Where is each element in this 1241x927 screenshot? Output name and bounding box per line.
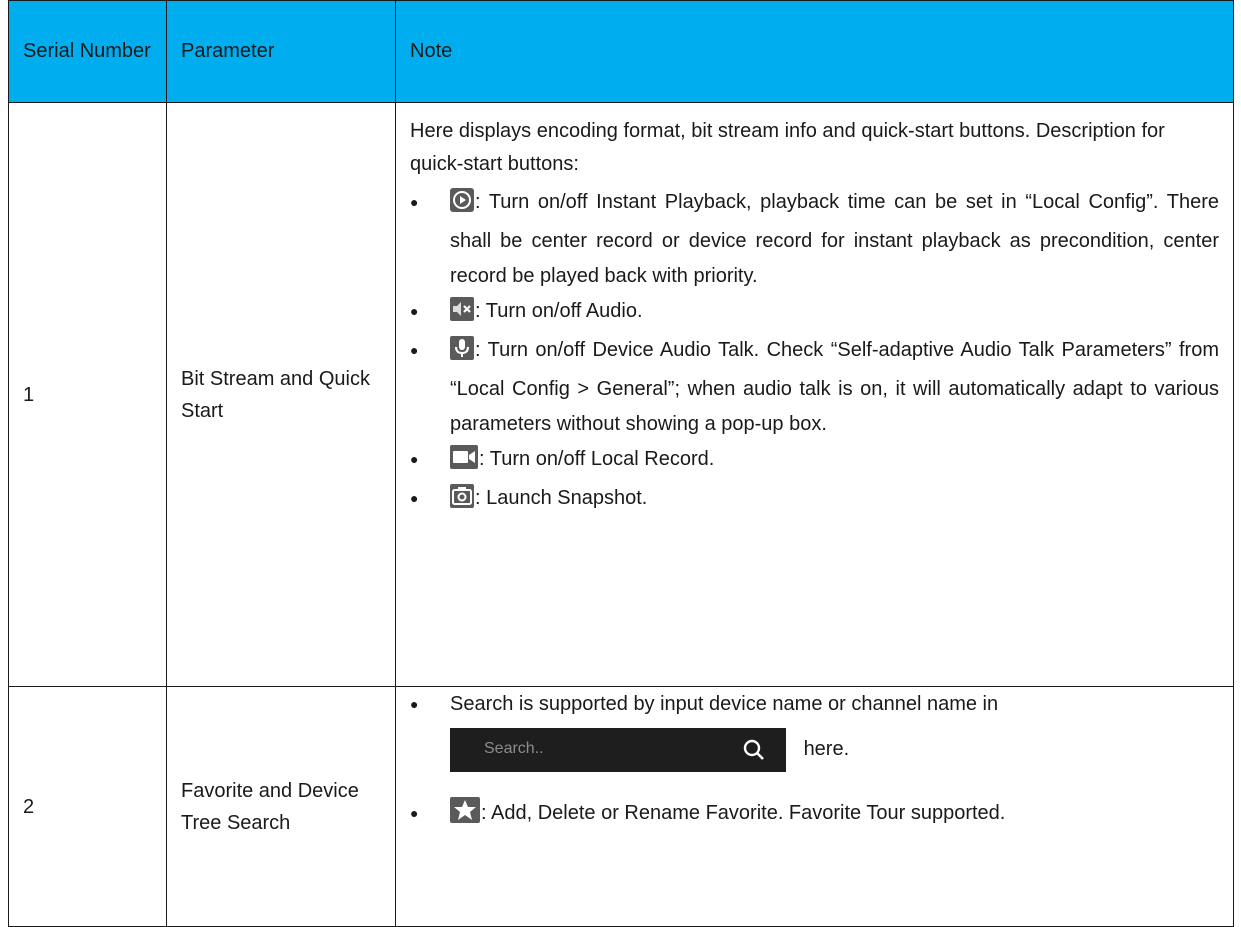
list-item-text: : Turn on/off Device Audio Talk. Check “…	[450, 339, 1219, 435]
list-item-text: : Turn on/off Local Record.	[479, 448, 715, 470]
record-camera-icon	[450, 445, 478, 481]
list-item: ● : Turn on/off Audio.	[410, 294, 1219, 333]
list-item: ● : Launch Snapshot.	[410, 481, 1219, 520]
parameter-cell: Favorite and Device Tree Search	[166, 686, 396, 927]
list-item: ● Search is supported by input device na…	[410, 687, 1219, 778]
list-item-text: : Add, Delete or Rename Favorite. Favori…	[481, 802, 1006, 824]
playback-icon	[450, 188, 474, 224]
list-item-text: : Launch Snapshot.	[475, 487, 648, 509]
list-item: ● : Turn on/off Local Record.	[410, 442, 1219, 481]
header-parameter: Parameter	[166, 0, 396, 103]
header-note: Note	[395, 0, 1234, 103]
list-item-text: : Turn on/off Audio.	[475, 300, 643, 322]
favorite-list: ● Search is supported by input device na…	[410, 687, 1219, 835]
search-icon	[742, 738, 766, 774]
list-item: ● : Turn on/off Instant Playback, playba…	[410, 185, 1219, 294]
list-item-text: : Turn on/off Instant Playback, playback…	[450, 191, 1219, 287]
list-item: ● : Turn on/off Device Audio Talk. Check…	[410, 333, 1219, 442]
note-intro: Here displays encoding format, bit strea…	[410, 120, 1165, 175]
parameter-cell: Bit Stream and Quick Start	[166, 102, 396, 687]
note-cell: ● Search is supported by input device na…	[395, 686, 1234, 927]
table-header-row: Serial Number Parameter Note	[8, 0, 1234, 103]
header-serial-number: Serial Number	[8, 0, 167, 103]
table-row: 1 Bit Stream and Quick Start Here displa…	[8, 102, 1234, 687]
list-item: ● : Add, Delete or Rename Favorite. Favo…	[410, 796, 1219, 835]
search-trailing-text: here.	[803, 738, 850, 761]
table-row: 2 Favorite and Device Tree Search ● Sear…	[8, 686, 1234, 927]
list-item-text: Search is supported by input device name…	[450, 693, 999, 715]
serial-cell: 1	[8, 102, 167, 687]
search-placeholder: Search..	[484, 740, 544, 757]
serial-cell: 2	[8, 686, 167, 927]
microphone-icon	[450, 336, 474, 372]
audio-mute-icon	[450, 297, 474, 333]
parameter-table: Serial Number Parameter Note 1 Bit Strea…	[8, 0, 1234, 927]
quick-start-list: ● : Turn on/off Instant Playback, playba…	[410, 185, 1219, 520]
star-icon	[450, 797, 480, 835]
snapshot-camera-icon	[450, 484, 474, 520]
search-bar[interactable]: Search..	[450, 728, 786, 772]
note-cell: Here displays encoding format, bit strea…	[395, 102, 1234, 687]
